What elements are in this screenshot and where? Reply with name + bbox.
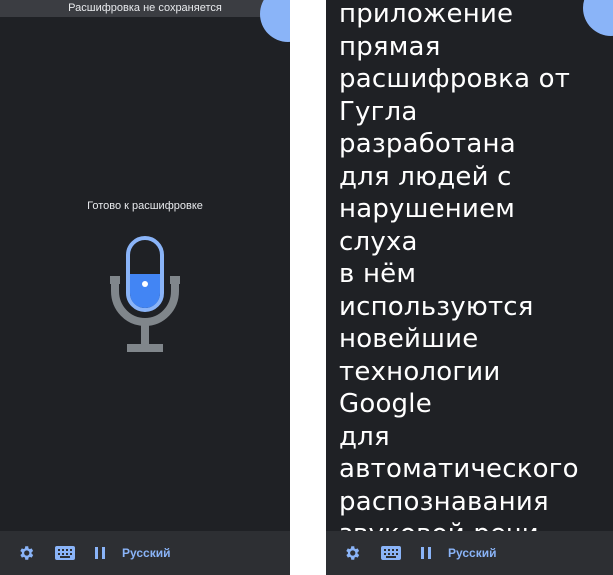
bottom-toolbar: Русский	[0, 531, 290, 575]
transcript-line: новейшие	[339, 324, 479, 354]
transcript-text: приложение прямая расшифровка от Гугла р…	[339, 0, 601, 551]
transcript-line: технологии Google	[339, 356, 501, 420]
gear-icon[interactable]	[16, 543, 36, 563]
transcript-line: распознавания	[339, 486, 549, 517]
gear-icon[interactable]	[342, 543, 362, 563]
transcript-line: для	[339, 421, 390, 452]
transcript-line: расшифровка от	[339, 64, 571, 94]
transcript-line: прямая	[339, 31, 441, 62]
transcript-line: в нём	[339, 259, 417, 289]
keyboard-icon[interactable]	[54, 543, 76, 563]
transcript-line: приложение	[339, 0, 514, 29]
transcript-line: для людей с	[339, 161, 512, 192]
transcript-line: используются	[339, 291, 534, 322]
left-screen: Расшифровка не сохраняется Готово к расш…	[0, 0, 290, 575]
transcript-line: нарушением слуха	[339, 194, 516, 257]
language-button[interactable]: Русский	[122, 546, 171, 560]
transcript-line: автоматического	[339, 454, 579, 484]
keyboard-icon[interactable]	[380, 543, 402, 563]
pause-icon[interactable]	[92, 543, 108, 563]
not-saved-banner: Расшифровка не сохраняется	[0, 0, 290, 17]
microphone-icon[interactable]	[110, 236, 180, 356]
transcript-line: Гугла разработана	[339, 96, 516, 160]
language-button[interactable]: Русский	[448, 546, 497, 560]
pause-icon[interactable]	[418, 543, 434, 563]
corner-bubble[interactable]	[260, 0, 290, 42]
bottom-toolbar: Русский	[326, 531, 613, 575]
ready-status: Готово к расшифровке	[87, 200, 203, 212]
right-screen: приложение прямая расшифровка от Гугла р…	[326, 0, 613, 575]
